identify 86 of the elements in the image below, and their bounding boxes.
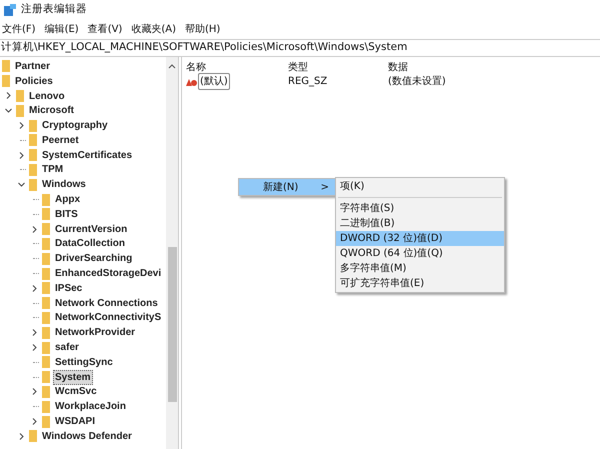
- folder-icon: [42, 342, 50, 354]
- menu-item[interactable]: 帮助(H): [185, 22, 220, 37]
- scroll-up-icon[interactable]: [168, 63, 176, 69]
- tree-item[interactable]: WcmSvc: [53, 384, 99, 400]
- folder-icon: [42, 282, 50, 294]
- tree-item[interactable]: DriverSearching: [53, 251, 134, 266]
- tree-item[interactable]: DataCollection: [53, 236, 128, 252]
- column-header[interactable]: 类型: [288, 60, 388, 74]
- tree-item[interactable]: SettingSync: [53, 354, 115, 370]
- tree-item[interactable]: Policies: [13, 74, 55, 89]
- chevron-right-icon[interactable]: [30, 388, 38, 396]
- menu-item[interactable]: 编辑(E): [44, 22, 79, 37]
- column-header[interactable]: 名称: [186, 60, 288, 74]
- folder-icon: [42, 400, 50, 413]
- tree-item[interactable]: SystemCertificates: [40, 148, 134, 163]
- folder-icon: [42, 297, 50, 310]
- folder-icon: [29, 149, 37, 162]
- folder-icon: [29, 430, 37, 442]
- scrollbar[interactable]: [166, 57, 178, 449]
- folder-icon: [42, 238, 50, 250]
- menu-item[interactable]: 查看(V): [88, 22, 122, 37]
- menu-item[interactable]: 新建(N) >: [239, 179, 335, 195]
- chevron-right-icon[interactable]: [4, 92, 12, 100]
- menu-item[interactable]: 多字符串值(M): [336, 261, 504, 276]
- tree-item[interactable]: WSDAPI: [53, 414, 97, 430]
- string-value-icon: [186, 77, 197, 86]
- folder-icon: [42, 371, 50, 384]
- tree-item[interactable]: EnhancedStorageDevi: [53, 266, 164, 282]
- chevron-right-icon[interactable]: [18, 122, 24, 130]
- tree-item[interactable]: Peernet: [40, 132, 81, 148]
- menu-item[interactable]: 可扩充字符串值(E): [336, 276, 504, 291]
- folder-icon: [42, 194, 50, 206]
- folder-icon: [42, 356, 50, 368]
- table-cell-text: (数值未设置): [388, 74, 446, 89]
- menu-item[interactable]: 文件(F): [2, 22, 36, 37]
- tree-item[interactable]: Microsoft: [27, 103, 76, 118]
- column-header[interactable]: 数据: [388, 60, 488, 74]
- tree-item[interactable]: NetworkConnectivityS: [53, 310, 164, 326]
- chevron-right-icon[interactable]: [18, 152, 24, 159]
- tree-item[interactable]: safer: [53, 340, 81, 356]
- folder-icon: [42, 223, 50, 236]
- tree-item[interactable]: IPSec: [53, 280, 84, 296]
- window-title: 注册表编辑器: [21, 2, 87, 18]
- menu-item[interactable]: 二进制值(B): [336, 216, 504, 231]
- folder-icon: [16, 90, 24, 102]
- tree-item[interactable]: Cryptography: [40, 118, 110, 134]
- folder-icon: [29, 120, 37, 132]
- menu-item[interactable]: 收藏夹(A): [131, 22, 176, 37]
- chevron-right-icon[interactable]: [30, 284, 38, 292]
- chevron-down-icon[interactable]: [18, 181, 24, 188]
- folder-icon: [2, 75, 10, 88]
- folder-icon: [42, 208, 50, 220]
- table-cell: (默认): [198, 73, 230, 90]
- address-bar[interactable]: 计算机\HKEY_LOCAL_MACHINE\SOFTWARE\Policies\Microsoft\Windows\System: [0, 39, 600, 57]
- registry-editor-icon: [4, 4, 16, 16]
- table-cell-text: REG_SZ: [288, 75, 328, 89]
- tree-item[interactable]: CurrentVersion: [53, 222, 130, 237]
- folder-icon: [42, 326, 50, 339]
- chevron-right-icon[interactable]: [30, 226, 38, 233]
- folder-icon: [42, 386, 50, 398]
- scroll-thumb[interactable]: [168, 247, 176, 402]
- folder-icon: [42, 312, 50, 324]
- folder-icon: [16, 104, 24, 117]
- tree-item[interactable]: Lenovo: [27, 88, 67, 104]
- tree-item[interactable]: Network Connections: [53, 296, 160, 311]
- tree-item[interactable]: Partner: [13, 58, 52, 74]
- folder-icon: [29, 164, 37, 176]
- folder-icon: [42, 416, 50, 428]
- tree-item[interactable]: Appx: [53, 192, 82, 208]
- folder-icon: [29, 134, 37, 146]
- tree-item[interactable]: Windows: [40, 177, 88, 192]
- folder-icon: [29, 178, 37, 191]
- tree-item[interactable]: BITS: [53, 206, 80, 222]
- menu-item[interactable]: DWORD (32 位)值(D): [336, 231, 504, 246]
- folder-icon: [42, 268, 50, 280]
- tree-item[interactable]: System: [53, 370, 93, 385]
- tree-item[interactable]: Windows Defender: [40, 428, 134, 444]
- tree-item[interactable]: TPM: [40, 162, 66, 178]
- folder-icon: [2, 60, 10, 72]
- tree-item[interactable]: NetworkProvider: [53, 325, 138, 340]
- menu-item[interactable]: QWORD (64 位)值(Q): [336, 246, 504, 261]
- menu-item[interactable]: 项(K): [336, 179, 504, 194]
- folder-icon: [42, 252, 50, 265]
- chevron-down-icon[interactable]: [4, 107, 12, 114]
- tree-item[interactable]: WorkplaceJoin: [53, 399, 128, 414]
- menu-item[interactable]: 字符串值(S): [336, 201, 504, 216]
